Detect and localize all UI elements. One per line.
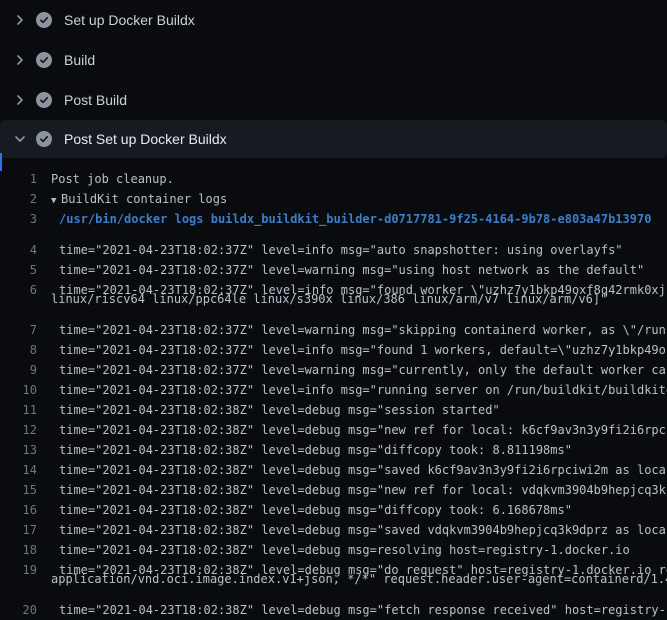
- log-line: 4 time="2021-04-23T18:02:37Z" level=info …: [0, 229, 667, 249]
- line-number[interactable]: 8: [0, 340, 37, 349]
- log-text: time="2021-04-23T18:02:38Z" level=debug …: [59, 400, 500, 409]
- log-container[interactable]: 1 Post job cleanup. 2 ▼BuildKit container l…: [0, 158, 667, 609]
- log-text: time="2021-04-23T18:02:38Z" level=debug …: [59, 420, 667, 429]
- line-number[interactable]: 5: [0, 260, 37, 269]
- scroll-accent-bar: [0, 153, 2, 171]
- step-label: Post Build: [64, 92, 127, 108]
- step-label: Set up Docker Buildx: [64, 12, 195, 28]
- line-number: [0, 289, 37, 309]
- line-number[interactable]: 17: [0, 520, 37, 529]
- log-text: time="2021-04-23T18:02:37Z" level=warnin…: [59, 260, 644, 269]
- step-set-up-docker-buildx[interactable]: Set up Docker Buildx: [0, 0, 667, 40]
- log-command-text: /usr/bin/docker logs buildx_buildkit_bui…: [59, 209, 651, 229]
- collapse-triangle-icon: ▼: [51, 191, 61, 211]
- line-number[interactable]: 6: [0, 280, 37, 289]
- check-circle-icon: [36, 52, 52, 68]
- line-number[interactable]: 19: [0, 560, 37, 569]
- line-number[interactable]: 16: [0, 500, 37, 509]
- log-line: 3/usr/bin/docker logs buildx_buildkit_bu…: [0, 209, 667, 229]
- line-number[interactable]: 13: [0, 440, 37, 449]
- step-post-build[interactable]: Post Build: [0, 80, 667, 120]
- log-text: time="2021-04-23T18:02:37Z" level=warnin…: [59, 320, 666, 329]
- chevron-right-icon: [12, 92, 28, 108]
- log-line: 7 time="2021-04-23T18:02:37Z" level=warni…: [0, 309, 667, 329]
- check-circle-icon: [36, 92, 52, 108]
- line-number[interactable]: 12: [0, 420, 37, 429]
- log-text: time="2021-04-23T18:02:37Z" level=warnin…: [59, 360, 666, 369]
- log-text: time="2021-04-23T18:02:38Z" level=debug …: [59, 600, 666, 609]
- log-text: time="2021-04-23T18:02:38Z" level=debug …: [59, 500, 572, 509]
- line-number[interactable]: 2: [0, 189, 37, 209]
- line-number[interactable]: 10: [0, 380, 37, 389]
- log-line: linux/riscv64 linux/ppc64le linux/s390x …: [0, 289, 667, 309]
- log-text[interactable]: ▼BuildKit container logs: [51, 189, 227, 209]
- line-number[interactable]: 11: [0, 400, 37, 409]
- log-text: time="2021-04-23T18:02:38Z" level=debug …: [59, 560, 667, 569]
- log-line: 2 ▼BuildKit container logs: [0, 189, 667, 209]
- step-build[interactable]: Build: [0, 40, 667, 80]
- log-line: 20 time="2021-04-23T18:02:38Z" level=debu…: [0, 589, 667, 609]
- actions-log-panel: { "theme": { "page_bg": "#090b0f", "band…: [0, 0, 667, 600]
- log-text: time="2021-04-23T18:02:38Z" level=debug …: [59, 540, 630, 549]
- step-label: Build: [64, 52, 95, 68]
- log-text: time="2021-04-23T18:02:37Z" level=info m…: [59, 380, 667, 389]
- check-circle-icon: [36, 131, 52, 147]
- log-line: application/vnd.oci.image.index.v1+json,…: [0, 569, 667, 589]
- line-number[interactable]: 18: [0, 540, 37, 549]
- line-number[interactable]: 15: [0, 480, 37, 489]
- log-text: time="2021-04-23T18:02:37Z" level=info m…: [59, 340, 666, 349]
- log-text: time="2021-04-23T18:02:37Z" level=info m…: [59, 240, 623, 249]
- log-text: application/vnd.oci.image.index.v1+json,…: [51, 569, 667, 589]
- line-number[interactable]: 20: [0, 600, 37, 609]
- line-number: [0, 569, 37, 589]
- log-text: time="2021-04-23T18:02:38Z" level=debug …: [59, 520, 666, 529]
- line-number[interactable]: 7: [0, 320, 37, 329]
- chevron-down-icon: [12, 131, 28, 147]
- log-line: 1 Post job cleanup.: [0, 169, 667, 189]
- chevron-right-icon: [12, 12, 28, 28]
- step-label: Post Set up Docker Buildx: [64, 131, 227, 147]
- line-number[interactable]: 1: [0, 169, 37, 189]
- check-circle-icon: [36, 12, 52, 28]
- log-text: time="2021-04-23T18:02:38Z" level=debug …: [59, 460, 666, 469]
- line-number[interactable]: 14: [0, 460, 37, 469]
- log-text: time="2021-04-23T18:02:38Z" level=debug …: [59, 440, 572, 449]
- log-text: time="2021-04-23T18:02:37Z" level=info m…: [59, 280, 666, 289]
- line-number[interactable]: 9: [0, 360, 37, 369]
- step-post-set-up-docker-buildx[interactable]: Post Set up Docker Buildx: [0, 120, 667, 158]
- log-text: Post job cleanup.: [51, 169, 174, 189]
- line-number[interactable]: 3: [0, 209, 37, 229]
- chevron-right-icon: [12, 52, 28, 68]
- line-number[interactable]: 4: [0, 240, 37, 249]
- log-text: time="2021-04-23T18:02:38Z" level=debug …: [59, 480, 666, 489]
- log-text: linux/riscv64 linux/ppc64le linux/s390x …: [51, 289, 607, 309]
- steps-list: Set up Docker Buildx Build Post Build Po…: [0, 0, 667, 158]
